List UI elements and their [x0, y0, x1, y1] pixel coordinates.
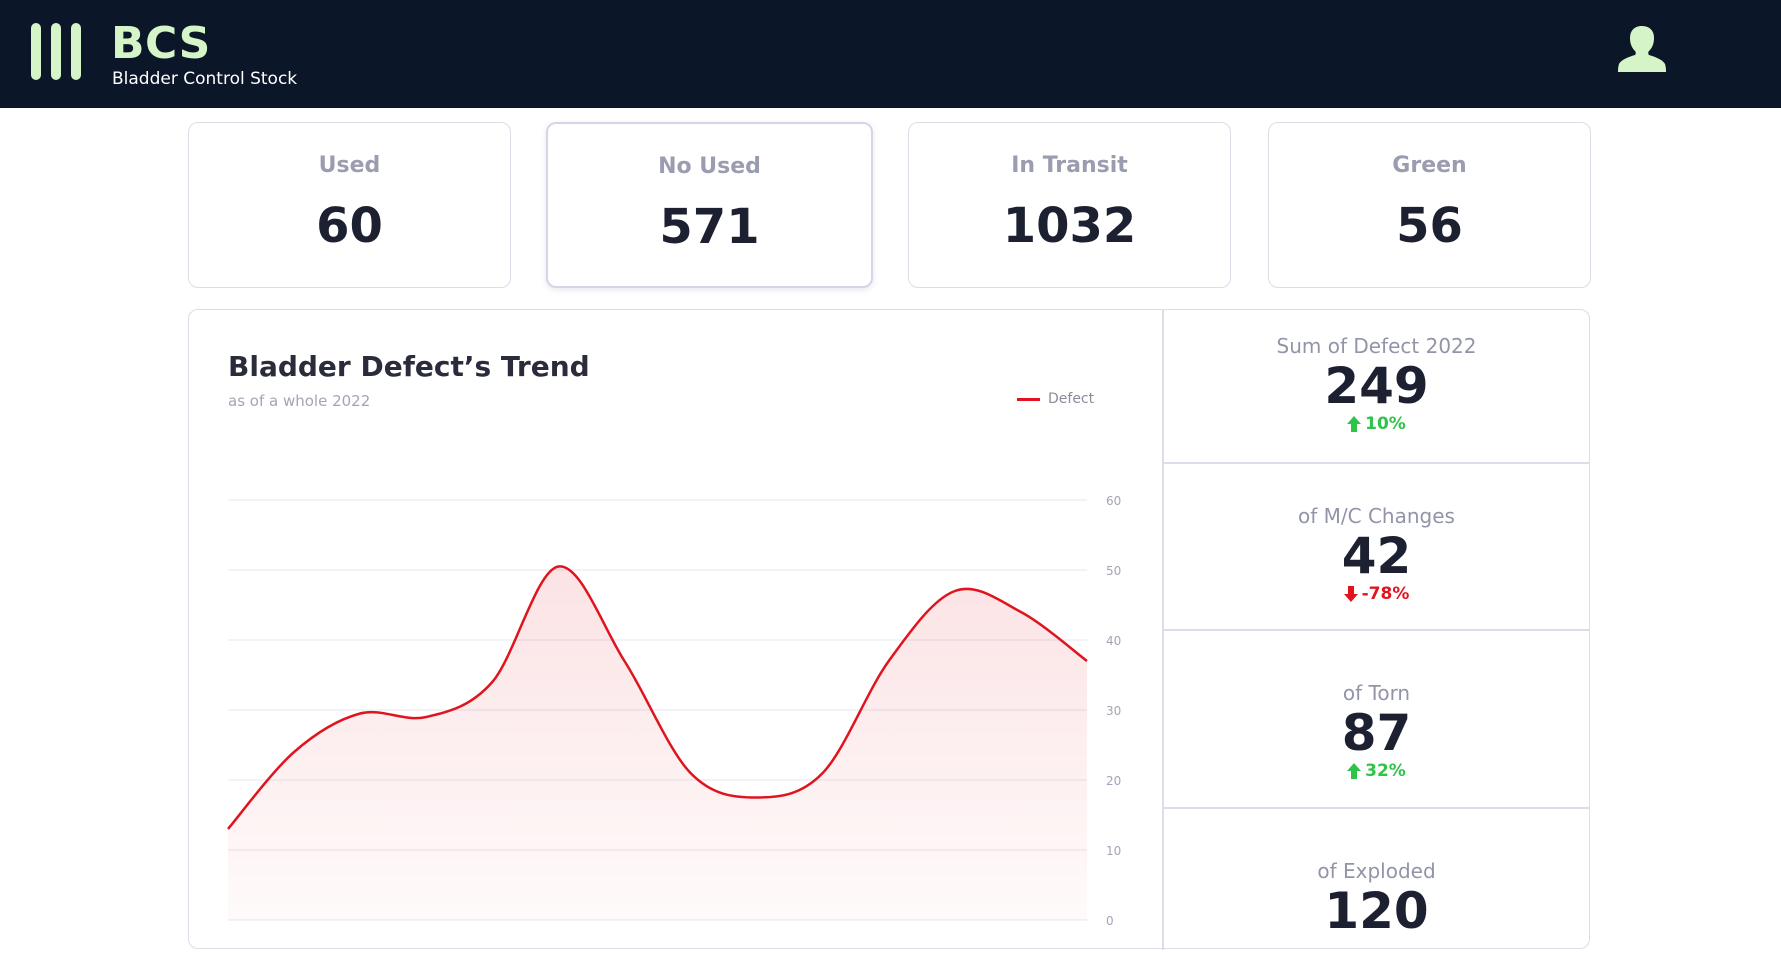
- kpi-change-value: 10%: [1365, 414, 1406, 434]
- main-panel: 0 10 20 30 40 50 60 Bladder Defect’s Trend as …: [188, 309, 1590, 950]
- y-tick-label: 60: [1106, 494, 1121, 508]
- kpi-label: of Exploded: [1317, 859, 1436, 883]
- stat-label: Green: [1392, 153, 1467, 178]
- y-tick-label: 20: [1106, 774, 1121, 788]
- menu-icon[interactable]: [31, 23, 81, 80]
- kpi-label: of M/C Changes: [1298, 504, 1455, 528]
- kpi-label: of Torn: [1342, 681, 1411, 705]
- app-subtitle: Bladder Control Stock: [112, 69, 298, 89]
- legend-label: Defect: [1048, 391, 1095, 407]
- chart-subtitle: as of a whole 2022: [228, 392, 371, 410]
- kpi-value: 42: [1341, 527, 1412, 585]
- app-title: BCS: [111, 18, 211, 69]
- chart-title: Bladder Defect’s Trend: [228, 350, 590, 383]
- kpi-change: -78%: [1343, 584, 1410, 604]
- kpi-column: Sum of Defect 2022 249 10% of M/C Change…: [1164, 310, 1589, 950]
- stat-value: 60: [316, 198, 383, 254]
- kpi-value: 120: [1324, 882, 1429, 940]
- y-tick-label: 0: [1106, 914, 1114, 928]
- kpi-torn: of Torn 87 32%: [1164, 631, 1589, 809]
- stat-card-used[interactable]: Used 60: [188, 122, 511, 288]
- top-bar: BCS Bladder Control Stock: [0, 0, 1781, 108]
- user-avatar-icon[interactable]: [1614, 22, 1670, 78]
- kpi-sum-defect: Sum of Defect 2022 249 10%: [1164, 310, 1589, 464]
- stat-label: In Transit: [1011, 153, 1128, 178]
- stat-card-no-used[interactable]: No Used 571: [546, 122, 873, 288]
- chart-legend[interactable]: Defect: [1017, 391, 1094, 407]
- stat-label: Used: [318, 153, 381, 178]
- arrow-up-icon: [1347, 763, 1362, 779]
- kpi-label: Sum of Defect 2022: [1276, 334, 1477, 358]
- kpi-change: 10%: [1347, 414, 1406, 434]
- kpi-value: 87: [1341, 704, 1412, 762]
- stat-value: 571: [659, 199, 760, 255]
- stat-value: 1032: [1002, 198, 1137, 254]
- trend-chart-panel: 0 10 20 30 40 50 60 Bladder Defect’s Trend as …: [189, 310, 1164, 950]
- kpi-mc-changes: of M/C Changes 42 -78%: [1164, 464, 1589, 631]
- y-tick-label: 50: [1106, 564, 1121, 578]
- legend-swatch: [1017, 397, 1040, 401]
- stat-card-in-transit[interactable]: In Transit 1032: [908, 122, 1231, 288]
- arrow-up-icon: [1347, 416, 1362, 432]
- defect-area: [228, 566, 1087, 920]
- kpi-exploded: of Exploded 120: [1164, 809, 1589, 969]
- y-tick-label: 40: [1106, 634, 1121, 648]
- stat-value: 56: [1396, 198, 1463, 254]
- kpi-value: 249: [1324, 357, 1429, 415]
- kpi-change-value: -78%: [1361, 584, 1410, 604]
- y-tick-label: 10: [1106, 844, 1121, 858]
- kpi-change: 32%: [1347, 761, 1406, 781]
- stat-card-green[interactable]: Green 56: [1268, 122, 1591, 288]
- kpi-change-value: 32%: [1365, 761, 1406, 781]
- arrow-down-icon: [1343, 586, 1358, 602]
- stat-label: No Used: [658, 154, 761, 179]
- y-tick-label: 30: [1106, 704, 1121, 718]
